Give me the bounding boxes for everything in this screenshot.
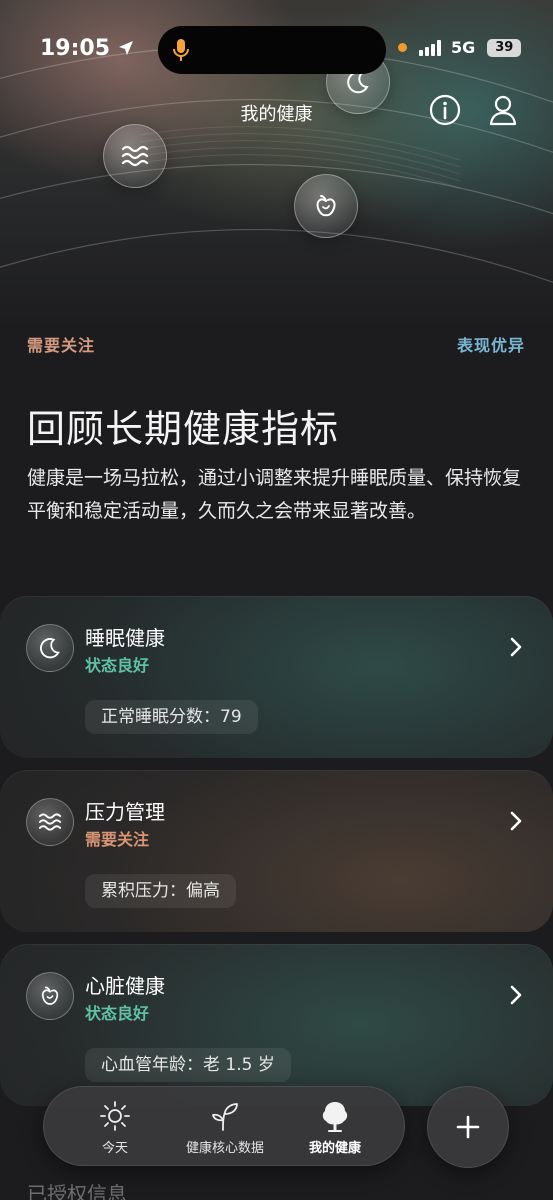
stress-management-card[interactable]: 压力管理 需要关注 累积压力：偏高 <box>0 770 553 932</box>
sprout-icon <box>212 1103 238 1131</box>
heart-apple-icon <box>41 986 59 1005</box>
tab-label: 今天 <box>101 1141 128 1156</box>
moon-icon <box>40 638 60 659</box>
tab-core-data[interactable]: 健康核心数据 <box>170 1099 280 1156</box>
person-icon <box>489 95 517 126</box>
section-headline: 回顾长期健康指标 <box>27 407 340 451</box>
profile-button[interactable] <box>485 92 521 128</box>
sun-icon <box>100 1101 130 1131</box>
metric-pill: 累积压力：偏高 <box>85 874 236 908</box>
section-description: 健康是一场马拉松，通过小调整来提升睡眠质量、保持恢复平衡和稳定活动量，久而久之会… <box>27 467 522 522</box>
heart-card-icon <box>26 972 74 1020</box>
status-bar: 19:05 5G 39 <box>0 0 553 100</box>
plus-icon <box>456 1115 480 1139</box>
tab-label: 健康核心数据 <box>185 1141 264 1156</box>
waves-icon <box>121 145 149 167</box>
sleep-card-icon <box>26 624 74 672</box>
tab-label: 我的健康 <box>308 1141 361 1156</box>
status-badge: 需要关注 <box>85 830 150 849</box>
battery-level: 39 <box>487 38 522 57</box>
network-status: 5G 39 <box>398 38 522 57</box>
status-badge: 状态良好 <box>85 1004 150 1023</box>
heart-apple-icon <box>316 195 336 217</box>
legend-excellent: 表现优异 <box>456 336 525 355</box>
chevron-right-icon <box>510 811 522 831</box>
add-button[interactable] <box>427 1086 509 1168</box>
tab-my-health[interactable]: 我的健康 <box>280 1099 390 1156</box>
dynamic-island <box>158 26 386 74</box>
page-title: 我的健康 <box>240 104 313 125</box>
chevron-right-icon <box>510 637 522 657</box>
recording-dot-icon <box>398 43 407 52</box>
location-arrow-icon <box>118 41 133 55</box>
metric-pill: 正常睡眠分数：79 <box>85 700 258 734</box>
stress-card-icon <box>26 798 74 846</box>
card-title: 心脏健康 <box>85 974 165 998</box>
microphone-icon <box>173 39 189 61</box>
chevron-right-icon <box>510 985 522 1005</box>
clock: 19:05 <box>40 36 134 61</box>
card-title: 睡眠健康 <box>85 626 165 650</box>
tab-bar: 今天 健康核心数据 我的健康 <box>43 1086 405 1166</box>
heart-bubble <box>294 174 358 238</box>
sleep-health-card[interactable]: 睡眠健康 状态良好 正常睡眠分数：79 <box>0 596 553 758</box>
clock-time: 19:05 <box>40 36 111 61</box>
info-button[interactable] <box>427 92 463 128</box>
info-icon <box>429 94 461 126</box>
waves-icon <box>38 813 62 831</box>
card-title: 压力管理 <box>85 800 165 824</box>
metric-pill: 心血管年龄：老 1.5 岁 <box>85 1048 291 1082</box>
signal-bars-icon <box>419 39 441 56</box>
stress-bubble <box>103 124 167 188</box>
tree-icon <box>322 1102 348 1132</box>
legend-attention: 需要关注 <box>27 336 96 355</box>
status-badge: 状态良好 <box>85 656 150 675</box>
network-label: 5G <box>451 38 476 57</box>
footer-peek-text: 已授权信息 <box>27 1182 127 1200</box>
tab-today[interactable]: 今天 <box>60 1099 170 1156</box>
heart-health-card[interactable]: 心脏健康 状态良好 心血管年龄：老 1.5 岁 <box>0 944 553 1106</box>
